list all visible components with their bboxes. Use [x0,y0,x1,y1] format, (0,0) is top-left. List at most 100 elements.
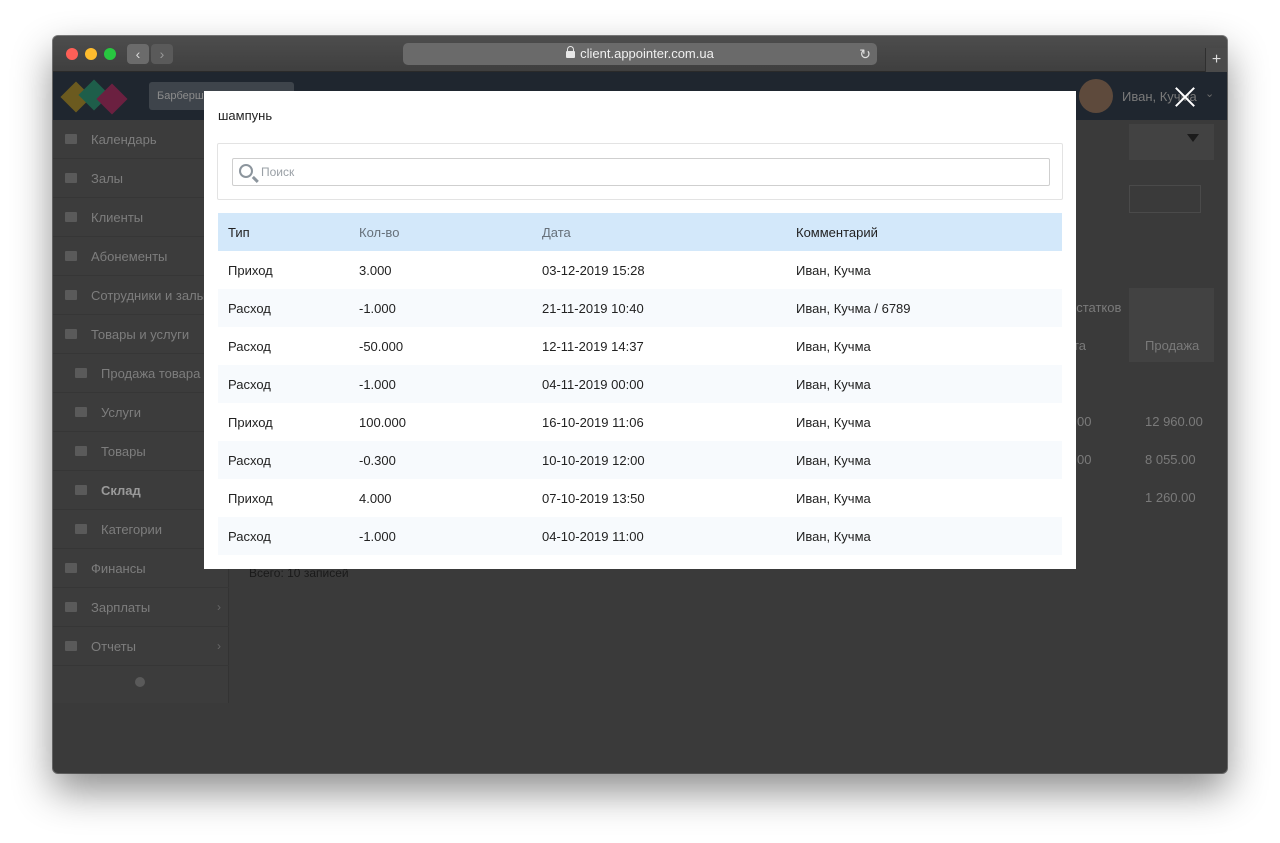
cube-icon [75,446,87,456]
cell-comment: Иван, Кучма [796,414,871,430]
cell-type: Расход [228,338,271,354]
sidebar-item-salaries[interactable]: Зарплаты › [53,588,229,627]
users-icon [65,212,77,222]
lock-icon [566,46,576,58]
url-text: client.appointer.com.ua [580,46,714,61]
sidebar-item-clients[interactable]: Клиенты [53,198,229,237]
column-type[interactable]: Тип [218,213,349,251]
money-icon [65,563,77,573]
stock-movements-modal: шампунь Тип Кол-во Дата Комментарий Прих… [204,91,1076,569]
sidebar-item-finances[interactable]: Финансы [53,549,229,588]
cell-sale: 8 055.00 [1145,452,1196,467]
cell-sale: 12 960.00 [1145,414,1203,429]
cell-comment: Иван, Кучма [796,490,871,506]
column-remains: остатков [1069,300,1122,315]
maximize-window-button[interactable] [104,48,116,60]
cell-date: 04-10-2019 11:00 [532,517,786,555]
cell-date: 12-11-2019 14:37 [542,338,644,354]
table-row: Расход -50.000 12-11-2019 14:37 Иван, Ку… [218,327,1062,365]
table-row: Расход -1.000 04-10-2019 11:00 Иван, Куч… [218,517,1062,555]
cell-type: Расход [218,289,349,327]
sidebar-item-staff[interactable]: Сотрудники и залы [53,276,229,315]
cell-qty: 3.000 [359,262,392,278]
minimize-window-button[interactable] [85,48,97,60]
search-input[interactable] [261,159,1041,185]
table-row: Расход -0.300 10-10-2019 12:00 Иван, Куч… [218,441,1062,479]
id-card-icon [65,290,77,300]
filter-icon[interactable] [1187,134,1199,142]
back-button[interactable]: ‹ [127,44,149,64]
column-date[interactable]: Дата [532,213,786,251]
cell-qty: -0.300 [349,441,532,479]
bar-chart-icon [65,641,77,651]
movements-table: Тип Кол-во Дата Комментарий Приход 3.000… [218,213,1062,555]
table-header-row: Тип Кол-во Дата Комментарий [218,213,1062,251]
chevron-right-icon: › [217,600,221,614]
cell-comment: Иван, Кучма [796,338,871,354]
sidebar-item-products[interactable]: Товары [53,432,229,471]
cell-type: Расход [218,517,349,555]
column-qty[interactable]: Кол-во [349,213,532,251]
user-avatar[interactable] [1079,79,1113,113]
scales-icon [75,368,87,378]
cell-date: 07-10-2019 13:50 [542,490,645,506]
cell-qty: -1.000 [349,517,532,555]
table-row: Расход -1.000 04-11-2019 00:00 Иван, Куч… [218,365,1062,403]
chevron-right-icon: › [217,639,221,653]
cell-partial: 00 [1077,452,1092,467]
sidebar: Календарь Залы Клиенты Абонементы Сотруд… [53,120,229,703]
sidebar-item-warehouse[interactable]: Склад [53,471,229,510]
cell-type: Приход [228,490,273,506]
search-panel [217,143,1063,200]
sidebar-item-product-sale[interactable]: Продажа товара [53,354,229,393]
cell-type: Расход [218,365,349,403]
sidebar-item-goods-services[interactable]: Товары и услуги [53,315,229,354]
warehouse-icon [75,485,87,495]
bookmark-icon [65,173,77,183]
cell-date: 16-10-2019 11:06 [542,414,644,430]
cell-comment: Иван, Кучма [786,441,1062,479]
chevron-down-icon[interactable]: ⌄ [1205,87,1214,100]
cell-comment: Иван, Кучма [796,262,871,278]
cell-comment: Иван, Кучма [786,365,1062,403]
cell-qty: -1.000 [349,289,532,327]
browser-titlebar: ‹ › client.appointer.com.ua ↻ + [53,36,1227,72]
close-window-button[interactable] [66,48,78,60]
new-tab-button[interactable]: + [1205,48,1227,72]
filter-bar [1129,124,1214,160]
reload-icon[interactable]: ↻ [859,43,871,65]
cell-qty: 100.000 [359,414,406,430]
cell-comment: Иван, Кучма [786,517,1062,555]
cell-sale: 1 260.00 [1145,490,1196,505]
close-icon[interactable] [1174,86,1196,108]
cell-type: Приход [228,262,273,278]
cell-type: Приход [228,414,273,430]
forward-button[interactable]: › [151,44,173,64]
calendar-icon [65,134,77,144]
column-comment[interactable]: Комментарий [786,213,1062,251]
cell-partial: 00 [1077,414,1092,429]
sidebar-item-reports[interactable]: Отчеты › [53,627,229,666]
sidebar-item-categories[interactable]: Категории [53,510,229,549]
sidebar-item-halls[interactable]: Залы [53,159,229,198]
search-box[interactable] [232,158,1050,186]
sidebar-item-services[interactable]: Услуги [53,393,229,432]
browser-window: ‹ › client.appointer.com.ua ↻ + Барбершо… [53,36,1227,773]
cell-type: Расход [218,441,349,479]
cell-date: 10-10-2019 12:00 [532,441,786,479]
search-icon [239,164,253,178]
collapse-sidebar-icon[interactable] [135,677,145,687]
chart-icon [75,407,87,417]
address-bar[interactable]: client.appointer.com.ua ↻ [403,43,877,65]
calculator-icon [65,602,77,612]
cell-qty: -1.000 [349,365,532,403]
app-logo[interactable] [60,78,128,116]
table-row: Приход 4.000 07-10-2019 13:50 Иван, Кучм… [218,479,1062,517]
cell-date: 04-11-2019 00:00 [532,365,786,403]
sidebar-item-subscriptions[interactable]: Абонементы [53,237,229,276]
background-input[interactable] [1129,185,1201,213]
tag-icon [75,524,87,534]
card-icon [65,251,77,261]
sidebar-item-calendar[interactable]: Календарь [53,120,229,159]
cell-date: 21-11-2019 10:40 [532,289,786,327]
